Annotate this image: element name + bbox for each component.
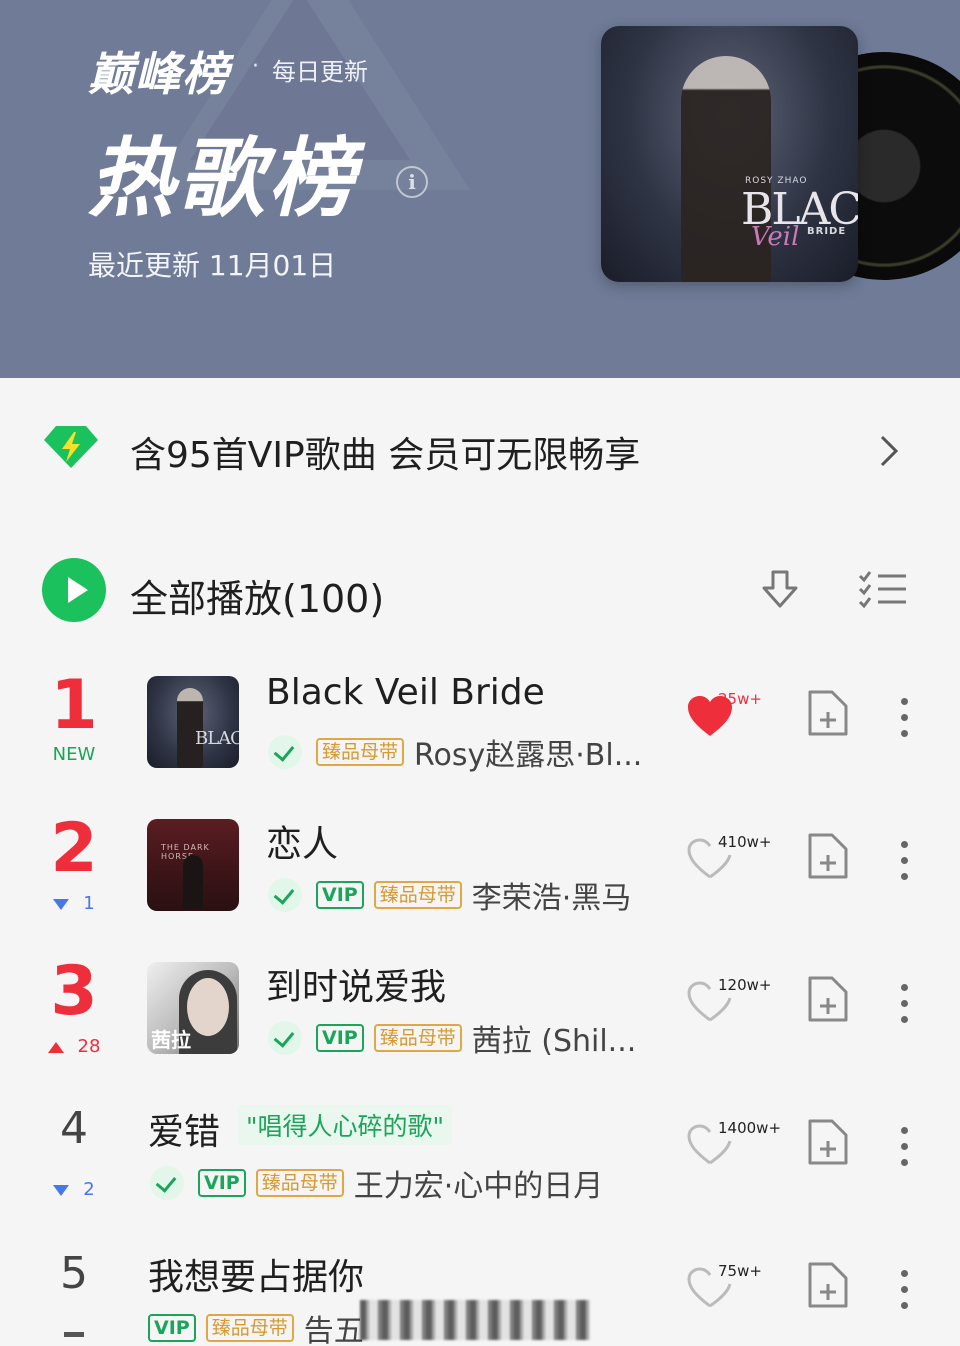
song-meta: VIP 臻品母带 李荣浩·黑马 xyxy=(268,873,631,917)
song-tagline: "唱得人心碎的歌" xyxy=(238,1105,452,1145)
like-count: 120w+ xyxy=(718,976,772,994)
rank-number: 2 xyxy=(50,809,98,888)
chart-header: 巅峰榜 · 每日更新 热歌榜 i 最近更新 11月01日 ROSY ZHAO B… xyxy=(0,0,960,378)
more-options-icon[interactable] xyxy=(894,1270,914,1320)
master-quality-badge: 臻品母带 xyxy=(316,738,405,766)
chevron-right-icon xyxy=(880,435,899,467)
brand-logo-text: 巅峰榜 xyxy=(88,47,229,101)
song-cover: BLACK xyxy=(147,676,239,768)
rank-number: 3 xyxy=(50,952,98,1031)
song-row[interactable]: 2 1 THE DARK HORSE 恋人 VIP 臻品母带 李荣浩·黑马 41… xyxy=(0,805,960,948)
rank-change-down: 1 xyxy=(24,893,124,914)
vip-badge: VIP xyxy=(148,1314,196,1342)
song-artist: 王力宏·心中的日月 xyxy=(353,1169,604,1204)
master-quality-badge: 臻品母带 xyxy=(205,1314,294,1342)
rank-change-new: NEW xyxy=(52,744,96,765)
like-button[interactable]: 1400w+ xyxy=(686,1119,781,1179)
rank-number: 5 xyxy=(60,1248,88,1299)
brand-separator: · xyxy=(252,54,259,79)
diamond-lightning-icon xyxy=(44,426,98,468)
update-date: 最近更新 11月01日 xyxy=(88,249,337,282)
rank-change-up: 28 xyxy=(24,1036,124,1057)
vip-banner[interactable]: 含95首VIP歌曲 会员可无限畅享 xyxy=(0,378,960,518)
rank-unchanged-icon xyxy=(64,1332,84,1337)
like-count: 75w+ xyxy=(718,1262,762,1280)
chart-cover-art[interactable]: ROSY ZHAO BLACK Veil BRIDE xyxy=(601,26,858,282)
vip-badge: VIP xyxy=(316,881,364,909)
info-icon[interactable]: i xyxy=(396,166,428,198)
like-button[interactable]: 410w+ xyxy=(686,833,776,893)
song-meta: VIP 臻品母带 茜拉 (Shil... xyxy=(268,1016,636,1060)
song-artist: 告五 xyxy=(303,1314,364,1346)
add-to-playlist-icon[interactable] xyxy=(806,833,850,879)
song-title: 爱错 xyxy=(148,1112,221,1153)
song-title: 我想要占据你 xyxy=(148,1257,365,1298)
song-row[interactable]: 1 NEW BLACK Black Veil Bride 臻品母带 Rosy赵露… xyxy=(0,662,960,805)
downloaded-check-icon xyxy=(268,735,302,769)
add-to-playlist-icon[interactable] xyxy=(806,1119,850,1165)
song-cover: 茜拉 xyxy=(147,962,239,1054)
song-artist: Rosy赵露思·Bl... xyxy=(414,738,643,773)
play-icon[interactable] xyxy=(42,558,106,622)
like-count: 1400w+ xyxy=(718,1119,782,1137)
song-artist: 茜拉 (Shil... xyxy=(471,1024,637,1059)
brand-subtitle: 每日更新 xyxy=(272,58,368,86)
song-title: 到时说爱我 xyxy=(266,967,447,1008)
master-quality-badge: 臻品母带 xyxy=(373,881,462,909)
download-icon[interactable] xyxy=(758,568,802,612)
song-meta: VIP 臻品母带 王力宏·心中的日月 xyxy=(150,1161,603,1205)
song-artist: 李荣浩·黑马 xyxy=(471,881,632,916)
song-cover: THE DARK HORSE xyxy=(147,819,239,911)
play-all-button[interactable]: 全部播放(100) xyxy=(130,568,384,623)
page-title: 热歌榜 xyxy=(88,129,358,229)
redacted-overlay xyxy=(360,1300,590,1340)
vip-badge: VIP xyxy=(316,1024,364,1052)
vip-banner-text: 含95首VIP歌曲 会员可无限畅享 xyxy=(130,435,641,476)
add-to-playlist-icon[interactable] xyxy=(806,690,850,736)
more-options-icon[interactable] xyxy=(894,698,914,748)
song-row[interactable]: 3 28 茜拉 到时说爱我 VIP 臻品母带 茜拉 (Shil... 120w+ xyxy=(0,948,960,1091)
like-count: 410w+ xyxy=(718,833,772,851)
rank-change-down: 2 xyxy=(24,1179,124,1200)
cover-subtitle-text: BRIDE xyxy=(807,226,847,237)
cover-script-text: Veil xyxy=(751,222,800,252)
song-row[interactable]: 4 2 爱错 "唱得人心碎的歌" VIP 臻品母带 王力宏·心中的日月 1400… xyxy=(0,1091,960,1234)
downloaded-check-icon xyxy=(150,1166,184,1200)
master-quality-badge: 臻品母带 xyxy=(373,1024,462,1052)
song-title: 恋人 xyxy=(266,824,339,865)
more-options-icon[interactable] xyxy=(894,841,914,891)
add-to-playlist-icon[interactable] xyxy=(806,1262,850,1308)
like-button[interactable]: 25w+ xyxy=(686,690,776,750)
like-button[interactable]: 75w+ xyxy=(686,1262,776,1322)
multi-select-icon[interactable] xyxy=(858,570,908,610)
rank-number: 4 xyxy=(60,1103,88,1154)
downloaded-check-icon xyxy=(268,1021,302,1055)
play-all-bar: 全部播放(100) xyxy=(0,540,960,640)
rank-number: 1 xyxy=(50,666,98,745)
master-quality-badge: 臻品母带 xyxy=(255,1169,344,1197)
song-title: Black Veil Bride xyxy=(266,672,545,713)
song-row[interactable]: 5 我想要占据你 VIP 臻品母带 告五 75w+ xyxy=(0,1234,960,1346)
more-options-icon[interactable] xyxy=(894,1127,914,1177)
like-count: 25w+ xyxy=(718,690,762,708)
song-meta: VIP 臻品母带 告五 xyxy=(148,1306,364,1346)
downloaded-check-icon xyxy=(268,878,302,912)
like-button[interactable]: 120w+ xyxy=(686,976,776,1036)
song-meta: 臻品母带 Rosy赵露思·Bl... xyxy=(268,730,642,774)
vip-badge: VIP xyxy=(198,1169,246,1197)
add-to-playlist-icon[interactable] xyxy=(806,976,850,1022)
more-options-icon[interactable] xyxy=(894,984,914,1034)
